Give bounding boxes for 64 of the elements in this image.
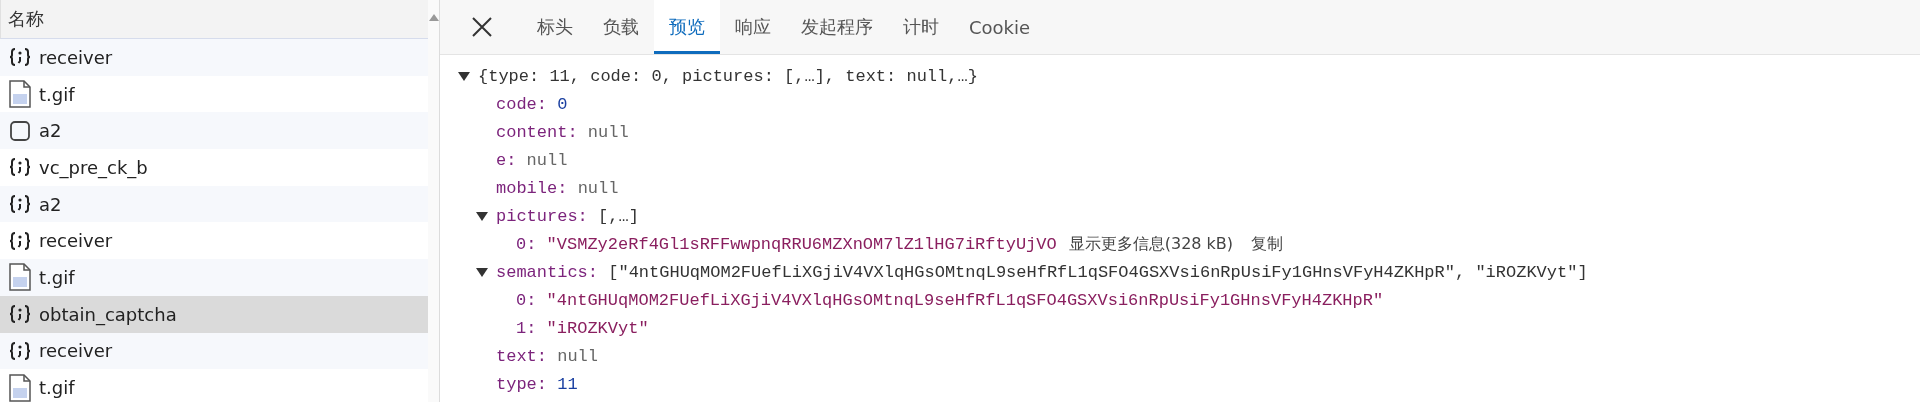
property-value: null [526, 150, 568, 170]
property-value: null [557, 346, 599, 366]
property-key: type: [496, 374, 547, 394]
array-index: 0: [516, 234, 537, 254]
tab[interactable]: 标头 [522, 0, 588, 54]
braces-icon [9, 157, 31, 178]
request-name: a2 [39, 193, 62, 215]
expand-triangle-icon[interactable] [476, 267, 488, 277]
request-name: t.gif [39, 83, 75, 105]
property-key: content: [496, 122, 578, 142]
request-row[interactable]: obtain_captcha [0, 295, 428, 333]
request-row[interactable]: a2 [0, 185, 428, 223]
braces-icon [9, 340, 31, 361]
scroll-up-icon[interactable] [428, 14, 439, 21]
tab[interactable]: 计时 [888, 0, 954, 54]
array-value: "VSMZy2eRf4Gl1sRFFwwpnqRRU6MZXnOM7lZ1lHG7iRftyUjVO [546, 234, 1057, 254]
property-key: code: [496, 94, 547, 114]
request-row[interactable]: a2 [0, 112, 428, 150]
tab[interactable]: 响应 [720, 0, 786, 54]
blank-file-icon [9, 119, 31, 142]
braces-icon [9, 194, 31, 215]
property-value: 0 [557, 94, 568, 114]
property-key: e: [496, 150, 517, 170]
property-value: null [587, 122, 629, 142]
tab[interactable]: Cookie [954, 0, 1046, 54]
image-file-icon [9, 373, 31, 402]
request-row[interactable]: receiver [0, 39, 428, 76]
object-summary: {type: 11, code: 0, pictures: [,…], text: null,…} [478, 66, 978, 86]
request-name: receiver [39, 340, 113, 362]
expand-triangle-icon[interactable] [476, 211, 488, 221]
array-value: "iROZKVyt" [546, 318, 649, 338]
array-index: 1: [516, 318, 537, 338]
request-name: receiver [39, 46, 113, 68]
property-key: semantics: [496, 262, 599, 282]
braces-icon [9, 230, 31, 251]
expand-triangle-icon[interactable] [458, 71, 470, 81]
property-value: 11 [557, 374, 578, 394]
property-key: mobile: [496, 178, 568, 198]
tab[interactable]: 发起程序 [786, 0, 888, 54]
request-name: t.gif [39, 266, 75, 288]
property-key: text: [496, 346, 547, 366]
request-name: vc_pre_ck_b [39, 156, 148, 178]
array-summary: [,…] [598, 206, 639, 226]
request-name: t.gif [39, 377, 75, 399]
column-header[interactable]: 名称 [8, 7, 44, 31]
copy-button[interactable]: 复制 [1245, 233, 1290, 255]
request-name: receiver [39, 230, 113, 252]
request-row[interactable]: receiver [0, 332, 428, 370]
array-summary: ["4ntGHUqMOM2FUefLiXGjiV4VXlqHGsOMtnqL9seHfRfL1qSFO4GSXVsi6nRpUsiFy1GHnsVFyH4ZKHpR", "iROZKVyt"] [608, 262, 1588, 282]
tab[interactable]: 负载 [588, 0, 654, 54]
request-name: a2 [39, 120, 62, 142]
braces-icon [9, 47, 31, 68]
show-more-button[interactable]: 显示更多信息(328 kB) [1062, 233, 1240, 255]
image-file-icon [9, 263, 31, 292]
close-icon[interactable] [471, 16, 493, 38]
request-row[interactable]: t.gif [0, 259, 428, 296]
array-value: "4ntGHUqMOM2FUefLiXGjiV4VXlqHGsOMtnqL9seHfRfL1qSFO4GSXVsi6nRpUsiFy1GHnsVFyH4ZKHpR" [546, 290, 1384, 310]
array-index: 0: [516, 290, 537, 310]
braces-icon [9, 304, 31, 325]
property-value: null [577, 178, 619, 198]
image-file-icon [9, 80, 31, 109]
tab[interactable]: 预览 [654, 0, 720, 54]
property-key: pictures: [496, 206, 588, 226]
request-name: obtain_captcha [39, 303, 177, 325]
